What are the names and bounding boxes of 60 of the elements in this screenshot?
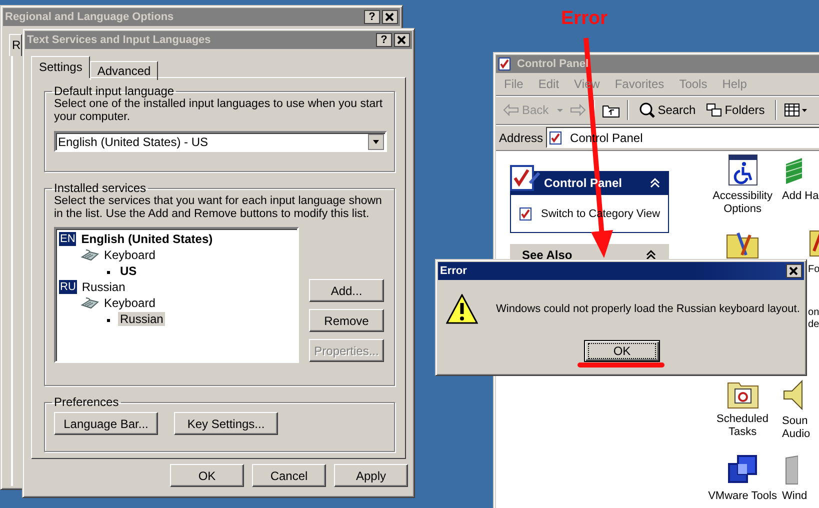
control-panel-icon	[510, 163, 540, 193]
task-pane-title: See Also	[522, 248, 572, 262]
folders-button[interactable]: Folders	[702, 102, 768, 118]
back-arrow-icon	[503, 104, 519, 116]
tree-item[interactable]: US	[118, 264, 139, 278]
service-button[interactable]: Remove	[309, 309, 384, 332]
group-label: Installed services	[53, 181, 148, 196]
preference-button[interactable]: Language Bar...	[54, 412, 158, 436]
language-badge: EN	[59, 232, 76, 246]
preference-button[interactable]: Key Settings...	[174, 412, 278, 436]
services-tree[interactable]: EN English (United States) Keyboard US RU Russian Keyboard Russian	[54, 227, 299, 364]
item-label[interactable]: on	[808, 307, 819, 319]
group-label: Default input language	[53, 84, 176, 98]
tab[interactable]: R	[9, 34, 22, 56]
item-label[interactable]: Add Ha	[782, 190, 819, 203]
warning-icon	[446, 294, 478, 324]
language-dropdown[interactable]: English (United States) - US	[54, 131, 387, 152]
ok-button[interactable]: OK	[584, 340, 660, 362]
item-label[interactable]: Accessibility	[712, 190, 772, 203]
tree-item[interactable]: Russian	[80, 280, 128, 294]
speaker-icon	[782, 379, 804, 411]
tab[interactable]: Settings	[31, 56, 90, 78]
item-label[interactable]: de	[808, 319, 819, 331]
item-label[interactable]: Options	[724, 203, 762, 216]
item-label[interactable]: Soun	[782, 415, 808, 428]
window-title: Error	[440, 265, 468, 277]
collapse-icon[interactable]	[645, 249, 658, 261]
error-message: Windows could not properly load the Russian keyboard layout.	[496, 303, 800, 315]
annotation-label: Error	[561, 8, 608, 30]
dialog-button[interactable]: Cancel	[252, 464, 326, 487]
item-label[interactable]: Scheduled	[716, 413, 769, 426]
window-title: Text Services and Input Languages	[27, 34, 212, 46]
dialog-button[interactable]: Apply	[334, 464, 408, 487]
tree-item[interactable]: English (United States)	[79, 232, 215, 246]
dialog-button[interactable]: OK	[170, 464, 244, 487]
service-button[interactable]: Add...	[309, 279, 384, 302]
item-label[interactable]: Audio	[782, 428, 810, 441]
keyboard-icon	[81, 249, 99, 262]
item-label[interactable]: VMware Tools	[708, 490, 777, 503]
item-label[interactable]: Wind	[782, 490, 808, 503]
description-text: Select one of the installed input languages to use when you start your computer.	[54, 98, 384, 124]
tab[interactable]: Advanced	[90, 61, 158, 80]
description-text: Select the services that you want for each input language shown in the list. Use the Add and Remove buttons to modify this list.	[54, 195, 383, 222]
tree-item[interactable]: Keyboard	[102, 296, 158, 310]
item-label[interactable]: Fo	[808, 264, 819, 276]
views-icon[interactable]	[784, 103, 808, 117]
tree-item[interactable]: Russian	[118, 312, 166, 326]
folders-icon	[706, 102, 722, 118]
tree-item[interactable]: Keyboard	[102, 248, 158, 262]
close-icon[interactable]	[786, 264, 802, 278]
wheelchair-window-icon	[726, 154, 759, 186]
language-badge: RU	[59, 280, 77, 294]
group-label: Preferences	[53, 395, 120, 410]
keyboard-icon	[81, 297, 99, 310]
window-title: Regional and Language Options	[5, 11, 175, 23]
search-button[interactable]: Search	[636, 102, 699, 118]
search-icon	[638, 102, 655, 118]
overlapping-squares-icon	[726, 454, 759, 486]
address-label: Address	[499, 130, 544, 144]
item-label[interactable]: Tasks	[728, 426, 757, 439]
